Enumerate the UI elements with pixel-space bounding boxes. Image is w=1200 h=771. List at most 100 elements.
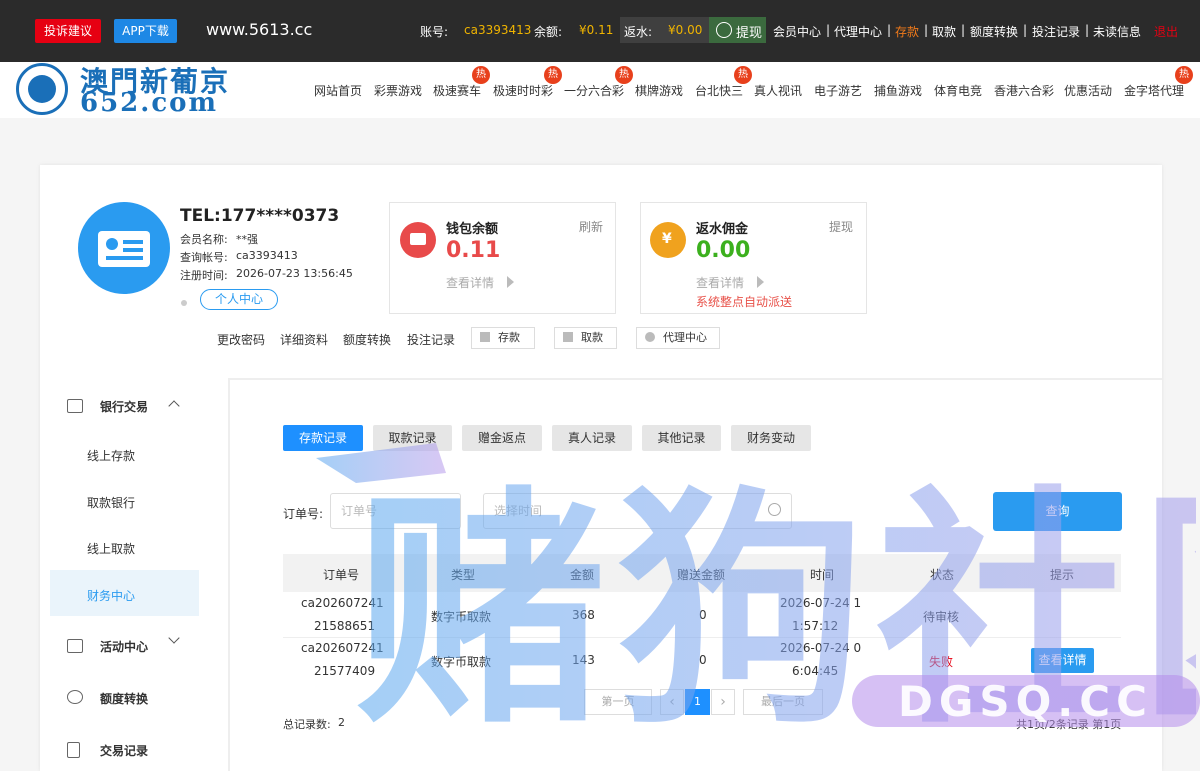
row2-bonus: 0 bbox=[699, 653, 707, 667]
change-password-link[interactable]: 更改密码 bbox=[217, 331, 265, 348]
personal-center-button[interactable]: 个人中心 bbox=[200, 289, 278, 310]
tab-withdraw-records[interactable]: 取款记录 bbox=[373, 425, 452, 451]
row1-type: 数字币取款 bbox=[431, 610, 492, 624]
user-tel: TEL:177****0373 bbox=[180, 206, 340, 226]
withdraw-quick-button[interactable]: 取款 bbox=[554, 327, 617, 349]
topnav-unread[interactable]: 未读信息 bbox=[1093, 23, 1141, 40]
row1-order-l1: ca202607241 bbox=[301, 596, 384, 610]
nav-slots[interactable]: 电子游艺 bbox=[814, 82, 862, 99]
details-link[interactable]: 详细资料 bbox=[280, 331, 328, 348]
nav-lottery[interactable]: 彩票游戏 bbox=[374, 82, 422, 99]
th-type: 类型 bbox=[451, 568, 476, 582]
commission-detail-link[interactable]: 查看详情 bbox=[696, 274, 744, 291]
wallet-refresh-link[interactable]: 刷新 bbox=[579, 218, 603, 235]
sep: | bbox=[961, 23, 966, 37]
nav-sports[interactable]: 体育电竞 bbox=[934, 82, 982, 99]
bank-card-icon bbox=[67, 399, 83, 413]
page-1-button[interactable]: 1 bbox=[685, 689, 710, 715]
sidebar-item-online-withdraw[interactable]: 线上取款 bbox=[87, 540, 135, 557]
topnav-bet-records[interactable]: 投注记录 bbox=[1032, 23, 1080, 40]
nav-live[interactable]: 真人视讯 bbox=[754, 82, 802, 99]
th-amount: 金额 bbox=[570, 568, 595, 582]
search-button[interactable]: 查询 bbox=[993, 492, 1122, 531]
page-root: 投诉建议 APP下载 www.5613.cc 账号: ca3393413 余额:… bbox=[0, 0, 1200, 771]
time-picker-input[interactable]: 选择时间 bbox=[483, 493, 792, 529]
nav-speed-ssc[interactable]: 极速时时彩 bbox=[493, 82, 553, 99]
row-divider bbox=[283, 637, 1121, 638]
topnav-deposit[interactable]: 存款 bbox=[895, 23, 919, 40]
nav-one-min-lhc[interactable]: 一分六合彩 bbox=[564, 82, 624, 99]
agent-center-button[interactable]: 代理中心 bbox=[636, 327, 720, 349]
tab-live-records[interactable]: 真人记录 bbox=[552, 425, 632, 451]
nav-home[interactable]: 网站首页 bbox=[314, 82, 362, 99]
register-label: 注册时间: bbox=[180, 269, 228, 282]
tab-bonus-rebate[interactable]: 赠金返点 bbox=[462, 425, 542, 451]
th-order: 订单号 bbox=[323, 568, 360, 582]
topnav-agent-center[interactable]: 代理中心 bbox=[834, 23, 882, 40]
commission-withdraw-link[interactable]: 提现 bbox=[829, 218, 853, 235]
row2-order-l2: 21577409 bbox=[314, 664, 376, 678]
order-number-input[interactable]: 订单号 bbox=[330, 493, 461, 529]
tab-deposit-records[interactable]: 存款记录 bbox=[283, 425, 363, 451]
withdraw-icon bbox=[563, 332, 573, 342]
sidebar-activity-title[interactable]: 活动中心 bbox=[100, 638, 148, 655]
deposit-icon bbox=[480, 332, 490, 342]
rebate-label: 返水: bbox=[624, 25, 653, 39]
balance-label: 余额: bbox=[534, 25, 563, 39]
sidebar-bank-title[interactable]: 银行交易 bbox=[100, 398, 148, 415]
balance-value: ¥0.11 bbox=[579, 23, 614, 37]
deposit-button[interactable]: 存款 bbox=[471, 327, 535, 349]
agent-icon bbox=[645, 332, 655, 342]
next-page-button[interactable]: › bbox=[711, 689, 735, 715]
row2-type: 数字币取款 bbox=[431, 655, 492, 669]
transfer-icon bbox=[67, 690, 83, 704]
topnav-transfer[interactable]: 额度转换 bbox=[970, 23, 1018, 40]
th-tip: 提示 bbox=[1050, 568, 1075, 582]
watermark-domain: DGSQ.CC bbox=[898, 677, 1153, 726]
sidebar-transfer-title[interactable]: 额度转换 bbox=[100, 690, 148, 707]
account-label: 账号: bbox=[420, 25, 449, 39]
sidebar-item-withdraw-bank[interactable]: 取款银行 bbox=[87, 494, 135, 511]
hot-badge: 热 bbox=[734, 66, 752, 84]
app-download-button[interactable]: APP下载 bbox=[114, 19, 177, 43]
member-name-label: 会员名称: bbox=[180, 233, 228, 246]
nav-speed-racing[interactable]: 极速赛车 bbox=[433, 82, 481, 99]
logout-link[interactable]: 退出 bbox=[1154, 23, 1178, 40]
topnav-member-center[interactable]: 会员中心 bbox=[773, 23, 821, 40]
tab-finance-changes[interactable]: 财务变动 bbox=[731, 425, 811, 451]
logo-emblem bbox=[28, 75, 56, 103]
total-records-label: 总记录数: bbox=[283, 718, 331, 731]
transfer-link[interactable]: 额度转换 bbox=[343, 331, 391, 348]
wallet-title: 钱包余额 bbox=[446, 222, 499, 237]
row2-view-details-button[interactable]: 查看详情 bbox=[1031, 648, 1094, 673]
sidebar-records-title[interactable]: 交易记录 bbox=[100, 742, 148, 759]
hot-badge: 热 bbox=[472, 66, 490, 84]
topnav-withdraw[interactable]: 取款 bbox=[932, 23, 956, 40]
activity-icon bbox=[67, 639, 83, 653]
th-status: 状态 bbox=[930, 568, 955, 582]
logo-domain[interactable]: 652.com bbox=[80, 88, 218, 118]
nav-chess[interactable]: 棋牌游戏 bbox=[635, 82, 683, 99]
row2-time-l1: 2026-07-24 0 bbox=[780, 641, 862, 655]
register-time: 2026-07-23 13:56:45 bbox=[236, 267, 353, 280]
sidebar-item-finance-center[interactable]: 财务中心 bbox=[87, 587, 135, 604]
caret-right-icon bbox=[757, 276, 764, 288]
first-page-button[interactable]: 第一页 bbox=[584, 689, 652, 715]
sidebar-item-online-deposit[interactable]: 线上存款 bbox=[87, 447, 135, 464]
nav-fishing[interactable]: 捕鱼游戏 bbox=[874, 82, 922, 99]
last-page-button[interactable]: 最后一页 bbox=[743, 689, 823, 715]
nav-promotions[interactable]: 优惠活动 bbox=[1064, 82, 1112, 99]
wallet-icon-shape bbox=[410, 233, 426, 245]
row1-time-l1: 2026-07-24 1 bbox=[780, 596, 862, 610]
id-card-icon-line bbox=[123, 240, 143, 244]
row2-time-l2: 6:04:45 bbox=[792, 664, 839, 678]
nav-hk-lhc[interactable]: 香港六合彩 bbox=[994, 82, 1054, 99]
wallet-detail-link[interactable]: 查看详情 bbox=[446, 274, 494, 291]
complaint-button[interactable]: 投诉建议 bbox=[35, 19, 101, 43]
bet-records-link[interactable]: 投注记录 bbox=[407, 331, 455, 348]
nav-taipei-k3[interactable]: 台北快三 bbox=[695, 82, 743, 99]
withdraw-icon bbox=[716, 22, 732, 38]
nav-pyramid-agent[interactable]: 金字塔代理 bbox=[1124, 82, 1184, 99]
tab-other-records[interactable]: 其他记录 bbox=[642, 425, 721, 451]
prev-page-button[interactable]: ‹ bbox=[660, 689, 684, 715]
